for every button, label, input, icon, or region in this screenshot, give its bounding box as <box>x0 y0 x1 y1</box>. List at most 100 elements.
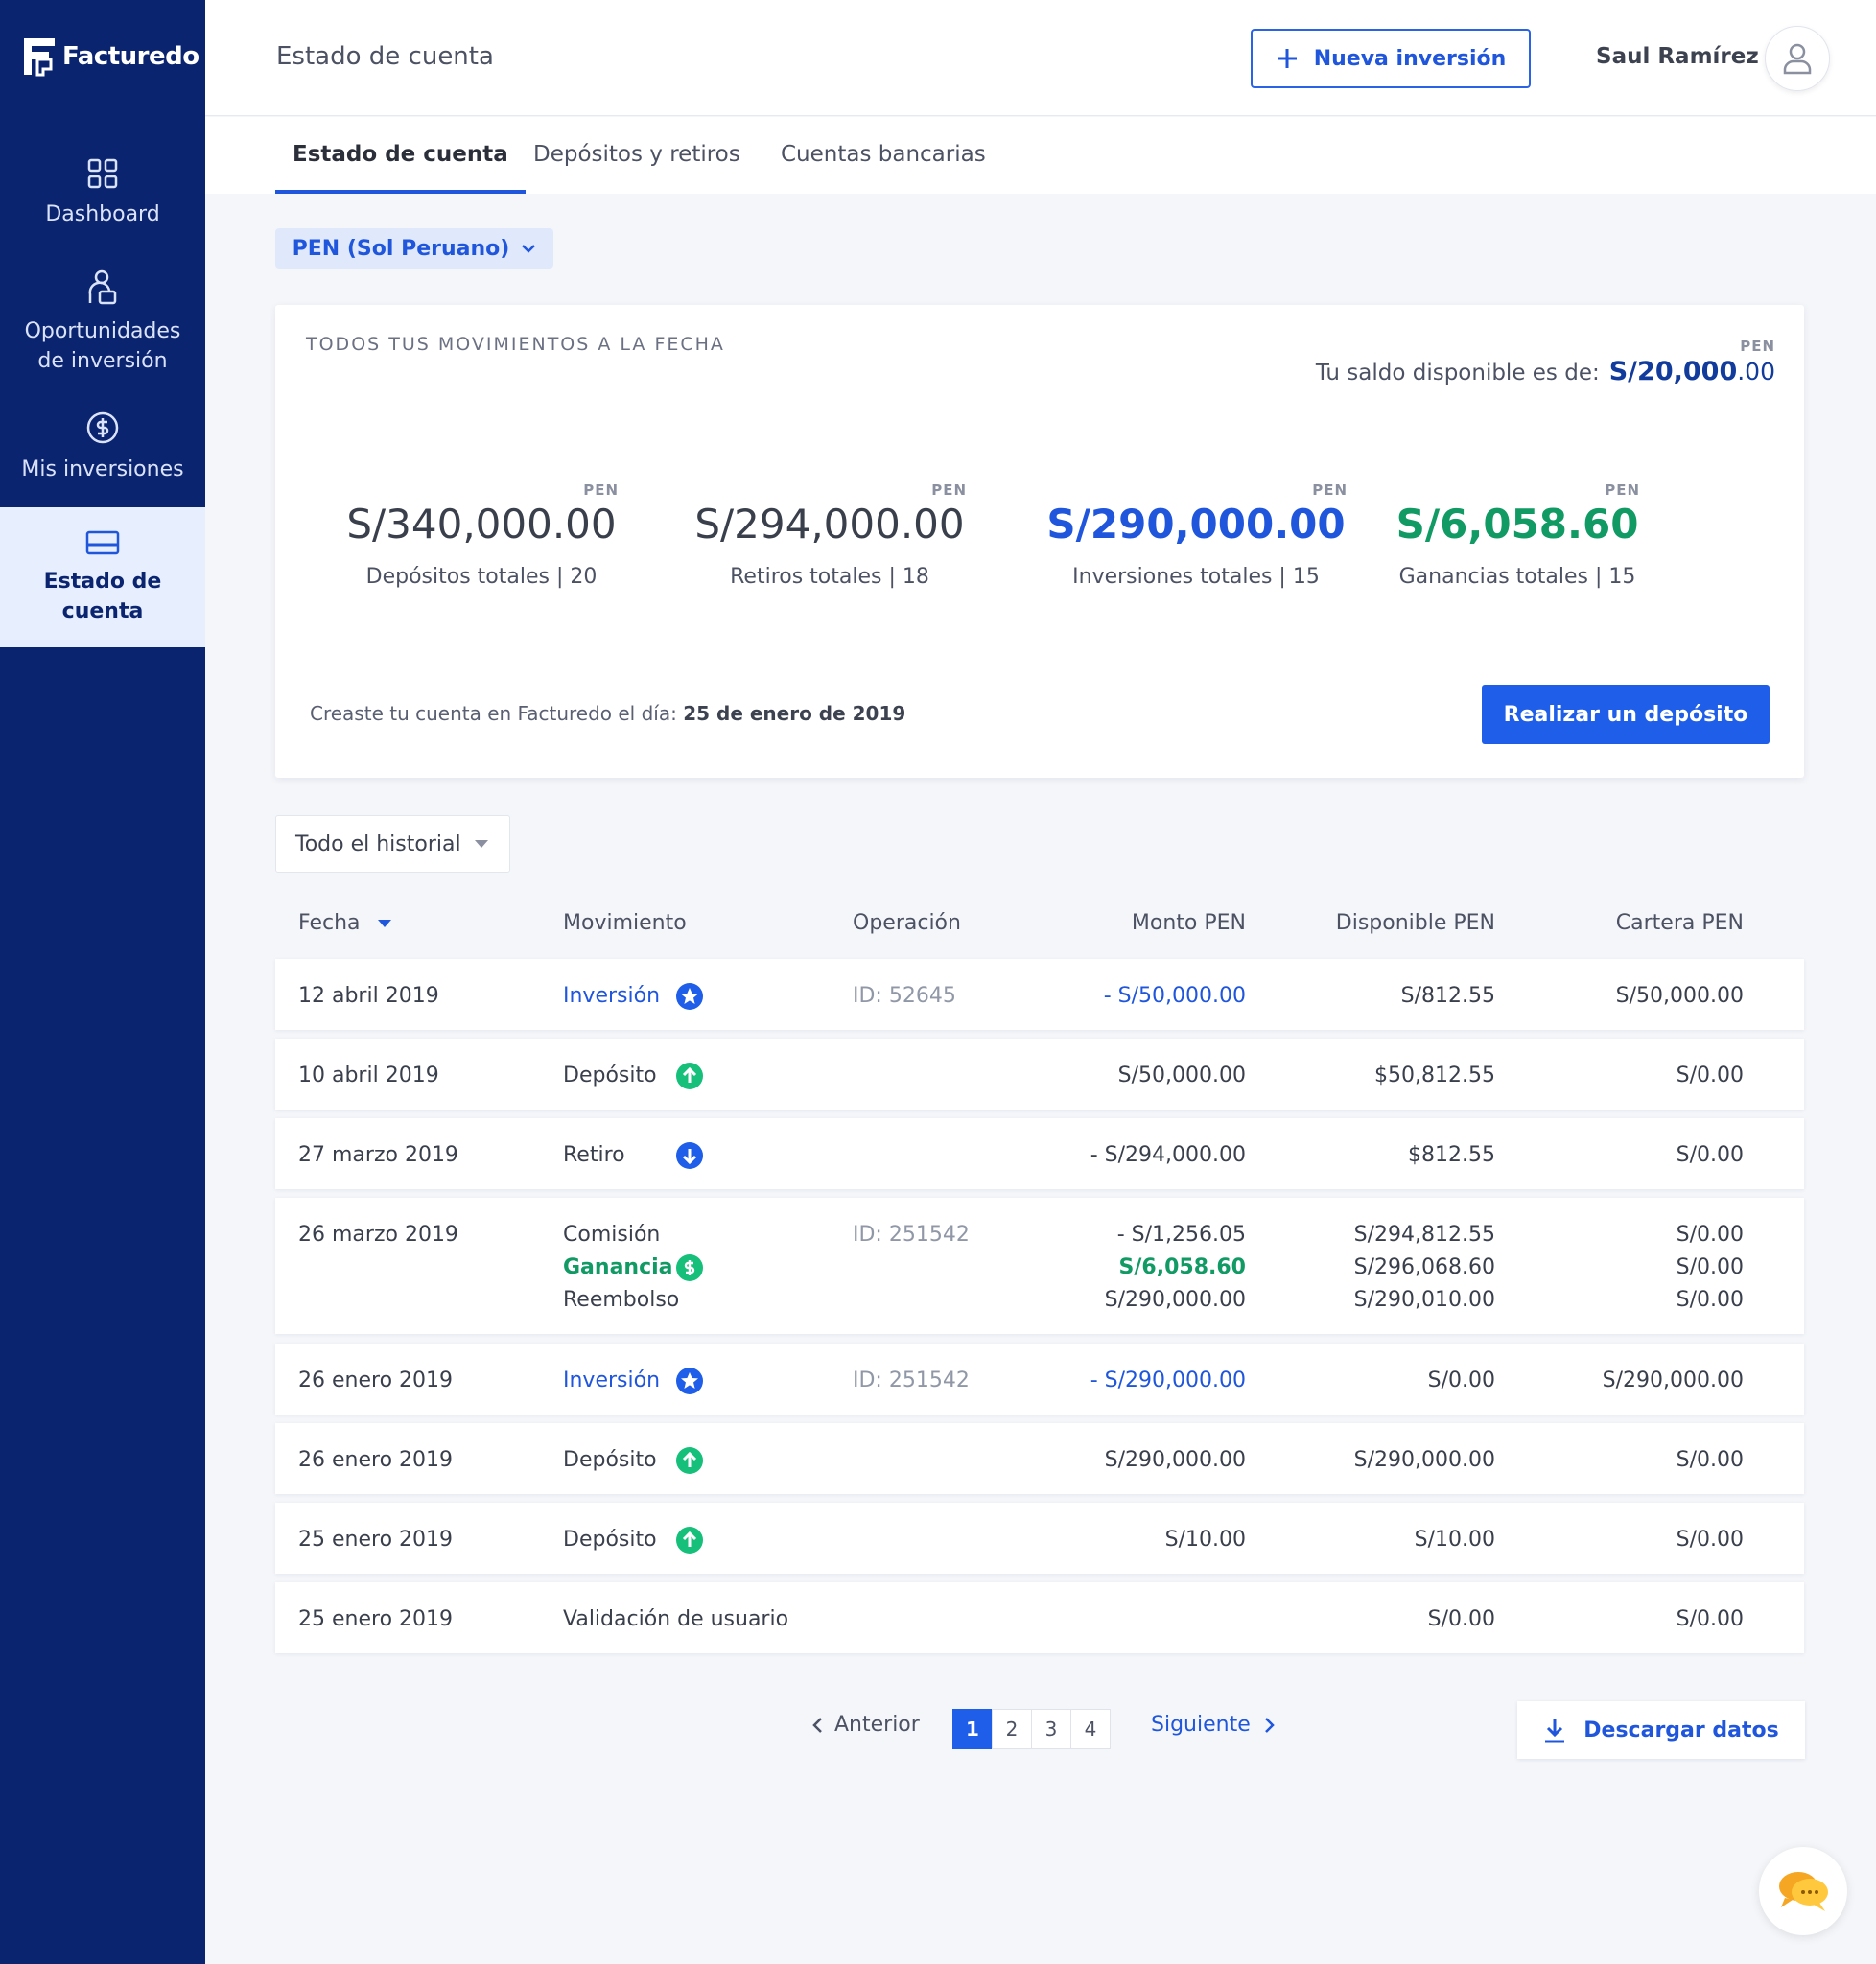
cartera-line: S/0.00 <box>1676 1255 1744 1279</box>
cell-movimiento: Inversión <box>563 984 661 1008</box>
tab-cuentas-bancarias[interactable]: Cuentas bancarias <box>781 142 986 194</box>
cell-movimiento: Inversión <box>563 1368 661 1392</box>
account-created-text: Creaste tu cuenta en Facturedo el día: 2… <box>310 702 905 725</box>
stat-label: Depósitos totales | 20 <box>365 565 598 589</box>
page-4-button[interactable]: 4 <box>1070 1709 1111 1749</box>
chevron-right-icon <box>1264 1717 1275 1733</box>
cell-fecha: 26 marzo 2019 <box>298 1223 458 1247</box>
sidebar-item-mis-inversiones[interactable]: Mis inversiones <box>0 410 205 484</box>
table-row[interactable]: 27 marzo 2019 Retiro - S/294,000.00 $812… <box>275 1118 1804 1189</box>
sidebar-item-label: Estado de cuenta <box>43 570 162 623</box>
column-monto: Monto PEN <box>1131 911 1246 935</box>
cell-monto: - S/1,256.05 S/6,058.60 S/290,000.00 <box>1105 1219 1246 1317</box>
stat-retiros: PEN S/294,000.00 Retiros totales | 18 <box>671 481 988 589</box>
pagination-prev-label: Anterior <box>834 1713 920 1737</box>
user-name[interactable]: Saul Ramírez <box>1596 44 1759 69</box>
stat-amount: S/294,000.00 <box>694 501 965 548</box>
cartera-line: S/0.00 <box>1676 1288 1744 1312</box>
monto-line: - S/1,256.05 <box>1116 1223 1246 1247</box>
table-row[interactable]: 26 enero 2019 Inversión ID: 251542 - S/2… <box>275 1344 1804 1415</box>
top-header: Estado de cuenta Nueva inversión Saul Ra… <box>205 0 1876 116</box>
user-icon <box>1783 43 1812 75</box>
stat-depositos: PEN S/340,000.00 Depósitos totales | 20 <box>323 481 640 589</box>
column-movimiento: Movimiento <box>563 911 687 935</box>
tab-estado-de-cuenta[interactable]: Estado de cuenta <box>275 142 526 194</box>
movimiento-reembolso: Reembolso <box>563 1288 680 1312</box>
pagination-next-label: Siguiente <box>1151 1713 1251 1737</box>
table-row[interactable]: 25 enero 2019 Validación de usuario S/0.… <box>275 1582 1804 1653</box>
sidebar-item-dashboard[interactable]: Dashboard <box>0 157 205 229</box>
table-row[interactable]: 10 abril 2019 Depósito S/50,000.00 $50,8… <box>275 1039 1804 1110</box>
download-data-button[interactable]: Descargar datos <box>1517 1701 1805 1759</box>
cell-disponible: S/10.00 <box>1414 1528 1495 1552</box>
cell-cartera: S/0.00 <box>1676 1607 1744 1631</box>
new-investment-button[interactable]: Nueva inversión <box>1251 29 1531 88</box>
table-row[interactable]: 12 abril 2019 Inversión ID: 52645 - S/50… <box>275 959 1804 1030</box>
sidebar: Facturedo Dashboard Oportunidades de inv… <box>0 0 205 1964</box>
star-badge-icon <box>676 983 703 1010</box>
monto-line: S/6,058.60 <box>1118 1255 1246 1279</box>
arrow-up-circle-icon <box>676 1063 703 1089</box>
sidebar-item-oportunidades[interactable]: Oportunidades de inversión <box>0 269 205 376</box>
pagination-next[interactable]: Siguiente <box>1151 1713 1276 1737</box>
sidebar-item-estado-de-cuenta[interactable]: Estado de cuenta <box>0 507 205 647</box>
cell-cartera: S/290,000.00 <box>1602 1368 1744 1392</box>
cell-disponible: S/290,000.00 <box>1353 1448 1495 1472</box>
stat-label: Retiros totales | 18 <box>730 565 929 589</box>
history-filter-select[interactable]: Todo el historial <box>275 815 510 873</box>
column-cartera: Cartera PEN <box>1615 911 1744 935</box>
cell-disponible: $812.55 <box>1408 1143 1495 1167</box>
stat-amount: S/340,000.00 <box>346 501 617 548</box>
cell-disponible: $50,812.55 <box>1374 1064 1495 1087</box>
balance-value: S/20,000.00 <box>1609 357 1775 386</box>
cell-monto: - S/290,000.00 <box>1090 1368 1246 1392</box>
cell-fecha: 25 enero 2019 <box>298 1528 454 1552</box>
disponible-line: S/290,010.00 <box>1353 1288 1495 1312</box>
cell-fecha: 27 marzo 2019 <box>298 1143 458 1167</box>
pagination-prev[interactable]: Anterior <box>811 1713 920 1737</box>
avatar[interactable] <box>1765 26 1830 91</box>
tab-bar: Estado de cuenta Depósitos y retiros Cue… <box>205 117 1876 194</box>
cell-fecha: 10 abril 2019 <box>298 1064 439 1087</box>
cell-cartera: S/0.00 <box>1676 1528 1744 1552</box>
page-2-button[interactable]: 2 <box>992 1709 1032 1749</box>
balance-label: Tu saldo disponible es de: <box>1315 361 1600 386</box>
column-disponible: Disponible PEN <box>1335 911 1495 935</box>
stat-currency: PEN <box>931 481 967 499</box>
created-date: 25 de enero de 2019 <box>683 702 906 725</box>
sort-down-icon <box>377 919 391 927</box>
page-3-button[interactable]: 3 <box>1031 1709 1071 1749</box>
cell-operacion: ID: 52645 <box>853 984 956 1008</box>
column-fecha[interactable]: Fecha <box>298 911 391 935</box>
cell-disponible: S/0.00 <box>1427 1368 1495 1392</box>
page-1-button[interactable]: 1 <box>952 1709 993 1749</box>
dollar-badge-icon <box>676 1254 703 1281</box>
brand-logo[interactable]: Facturedo <box>22 36 199 77</box>
tab-depositos-y-retiros[interactable]: Depósitos y retiros <box>533 142 740 194</box>
download-label: Descargar datos <box>1583 1718 1779 1742</box>
grid-icon <box>87 158 118 189</box>
chat-launcher[interactable] <box>1759 1847 1847 1935</box>
summary-eyebrow: TODOS TUS MOVIMIENTOS A LA FECHA <box>306 334 725 355</box>
pagination-pages: 1 2 3 4 <box>952 1709 1111 1749</box>
stat-currency: PEN <box>1312 481 1348 499</box>
table-row[interactable]: 26 marzo 2019 Comisión Ganancia Reembols… <box>275 1198 1804 1334</box>
stat-label: Ganancias totales | 15 <box>1398 565 1636 589</box>
stat-currency: PEN <box>583 481 619 499</box>
cell-monto: S/10.00 <box>1164 1528 1246 1552</box>
sidebar-item-label: Dashboard <box>45 202 160 226</box>
disponible-line: S/296,068.60 <box>1353 1255 1495 1279</box>
table-row[interactable]: 25 enero 2019 Depósito S/10.00 S/10.00 S… <box>275 1503 1804 1574</box>
cell-operacion: ID: 251542 <box>853 1368 970 1392</box>
chevron-left-icon <box>812 1717 822 1733</box>
stat-ganancias: PEN S/6,058.60 Ganancias totales | 15 <box>1373 481 1661 589</box>
table-row[interactable]: 26 enero 2019 Depósito S/290,000.00 S/29… <box>275 1423 1804 1494</box>
make-deposit-button[interactable]: Realizar un depósito <box>1482 685 1770 744</box>
cell-disponible: S/294,812.55 S/296,068.60 S/290,010.00 <box>1354 1219 1495 1317</box>
chat-bubbles-icon <box>1779 1872 1828 1911</box>
stat-label: Inversiones totales | 15 <box>1072 565 1320 589</box>
currency-select[interactable]: PEN (Sol Peruano) <box>275 228 553 269</box>
arrow-up-circle-icon <box>676 1447 703 1474</box>
brand-name: Facturedo <box>62 42 199 71</box>
cell-disponible: S/812.55 <box>1400 984 1495 1008</box>
